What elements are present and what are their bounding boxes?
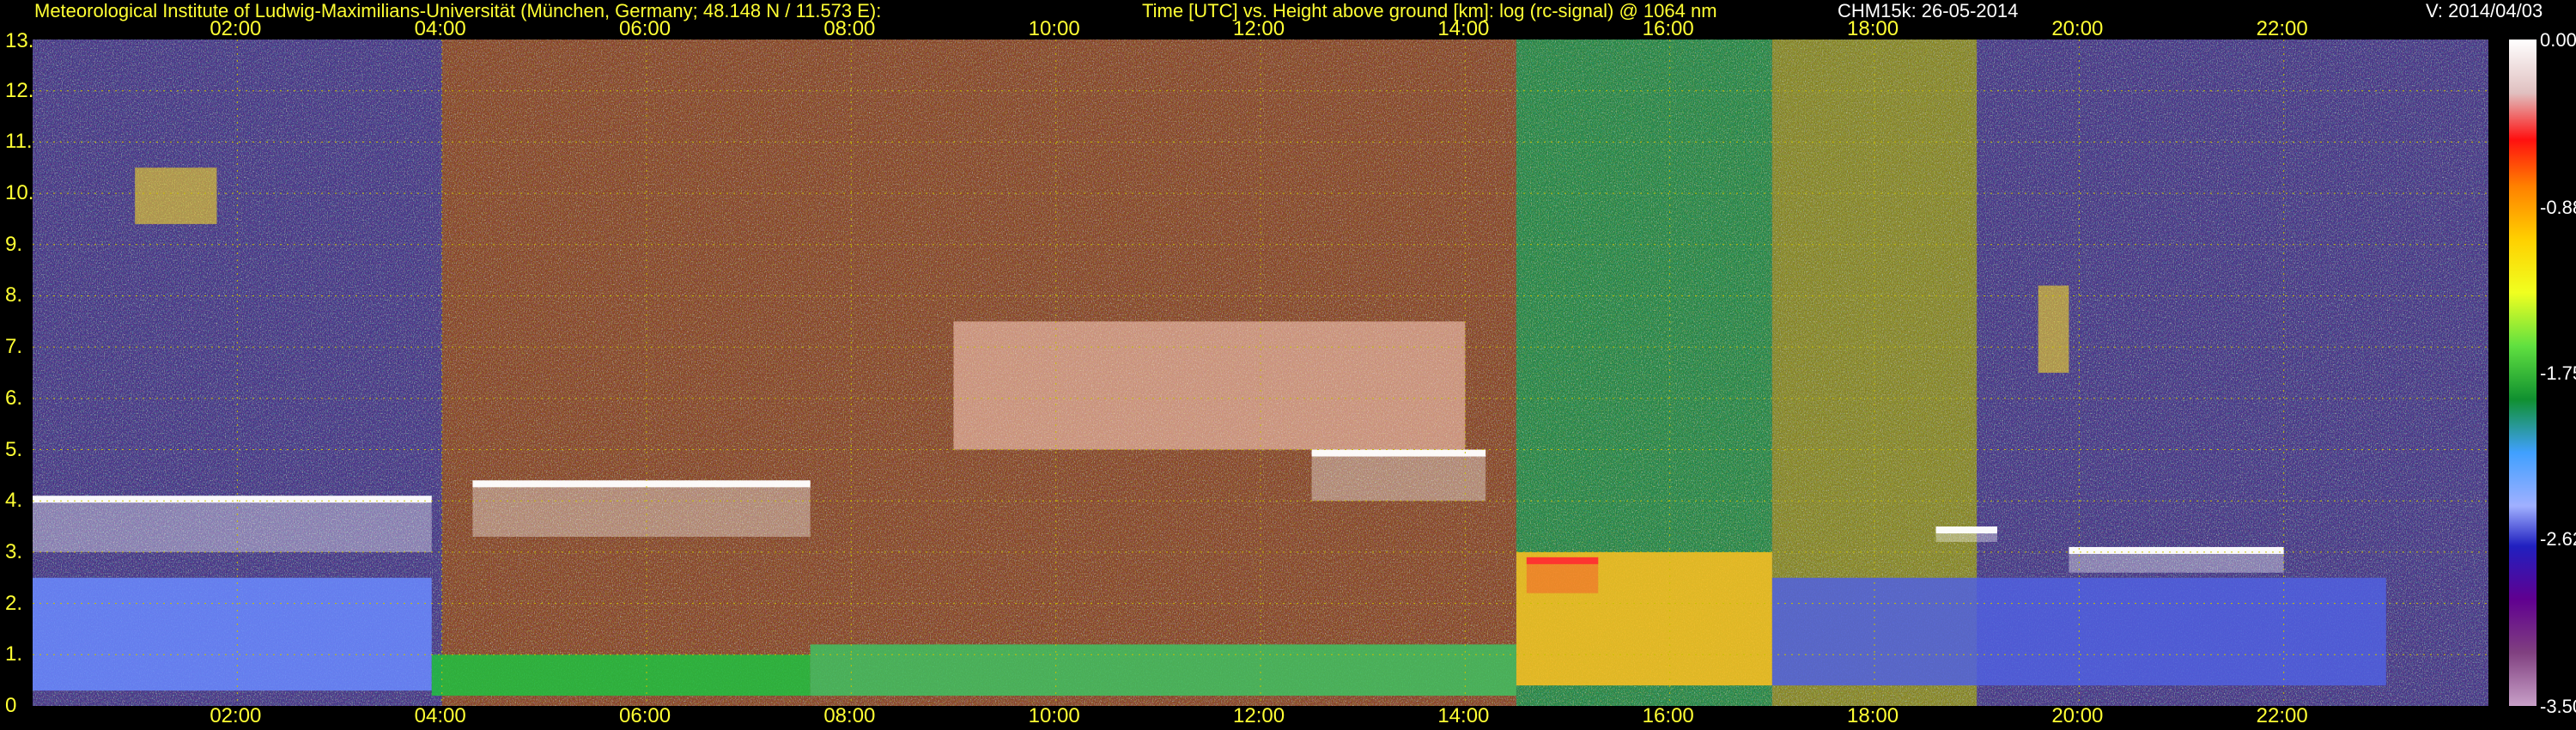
- colorbar-tick-label: -0.88: [2540, 197, 2576, 219]
- x-tick-label: 04:00: [414, 17, 466, 40]
- x-tick-label: 16:00: [1642, 704, 1694, 727]
- cloud-layer-2: [1311, 449, 1486, 502]
- cirrus-layer-0: [135, 167, 217, 224]
- cirrus-layer-1: [953, 321, 1466, 450]
- x-tick-label: 12:00: [1233, 17, 1285, 40]
- cloud-top-5: [2069, 546, 2284, 554]
- x-tick-label: 18:00: [1847, 704, 1899, 727]
- y-tick-label: 6.: [5, 386, 23, 410]
- x-tick-label: 10:00: [1028, 17, 1080, 40]
- x-tick-label: 02:00: [210, 17, 262, 40]
- x-tick-label: 08:00: [823, 17, 876, 40]
- x-tick-label: 06:00: [619, 704, 671, 727]
- x-tick-label: 12:00: [1233, 704, 1285, 727]
- x-tick-label: 06:00: [619, 17, 671, 40]
- colorbar-tick-label: 0.00: [2540, 29, 2576, 51]
- boundary-layer-1: [431, 654, 811, 697]
- x-tick-label: 18:00: [1847, 17, 1899, 40]
- y-tick-label: 10.: [5, 181, 34, 205]
- y-tick-label: 2.: [5, 591, 23, 615]
- boundary-layer-0: [33, 577, 432, 691]
- cloud-layer-1: [472, 480, 811, 538]
- y-tick-label: 12.: [5, 78, 34, 102]
- x-tick-label: 20:00: [2051, 17, 2104, 40]
- chart-title: Time [UTC] vs. Height above ground [km]:…: [1142, 0, 1717, 21]
- y-tick-label: 4.: [5, 489, 23, 513]
- x-tick-label: 14:00: [1437, 704, 1490, 727]
- x-tick-label: 20:00: [2051, 704, 2104, 727]
- y-tick-label: 5.: [5, 437, 23, 461]
- x-tick-label: 22:00: [2256, 17, 2308, 40]
- x-tick-label: 14:00: [1437, 17, 1490, 40]
- backscatter-heatmap: [33, 40, 2488, 706]
- cloud-top-4: [1935, 526, 1997, 534]
- x-tick-label: 04:00: [414, 704, 466, 727]
- x-tick-label: 08:00: [823, 704, 876, 727]
- x-tick-label: 02:00: [210, 704, 262, 727]
- colorbar-gradient: [2509, 40, 2537, 706]
- colorbar-tick-label: -2.62: [2540, 527, 2576, 550]
- x-tick-label: 16:00: [1642, 17, 1694, 40]
- boundary-layer-2: [810, 644, 1516, 697]
- y-tick-label: 8.: [5, 283, 23, 307]
- cloud-top-1: [472, 480, 811, 488]
- cloud-layer-0: [33, 496, 432, 552]
- version-label: V: 2014/04/03: [2426, 0, 2543, 21]
- cloud-top-2: [1311, 449, 1486, 457]
- y-tick-label: 3.: [5, 539, 23, 563]
- cloud-top-3: [1526, 557, 1599, 564]
- colorbar: [2509, 40, 2537, 706]
- x-tick-label: 22:00: [2256, 704, 2308, 727]
- colorbar-tick-label: -1.75: [2540, 362, 2576, 384]
- y-tick-label: 1.: [5, 642, 23, 666]
- cirrus-layer-2: [2038, 285, 2069, 373]
- y-tick-label: 11.: [5, 130, 33, 154]
- y-tick-label: 0: [5, 694, 17, 717]
- colorbar-tick-label: -3.50: [2540, 696, 2576, 717]
- y-tick-label: 9.: [5, 232, 23, 256]
- y-tick-label: 7.: [5, 335, 23, 359]
- x-tick-label: 10:00: [1028, 704, 1080, 727]
- cloud-top-0: [33, 496, 432, 503]
- y-tick-label: 13.: [5, 29, 34, 52]
